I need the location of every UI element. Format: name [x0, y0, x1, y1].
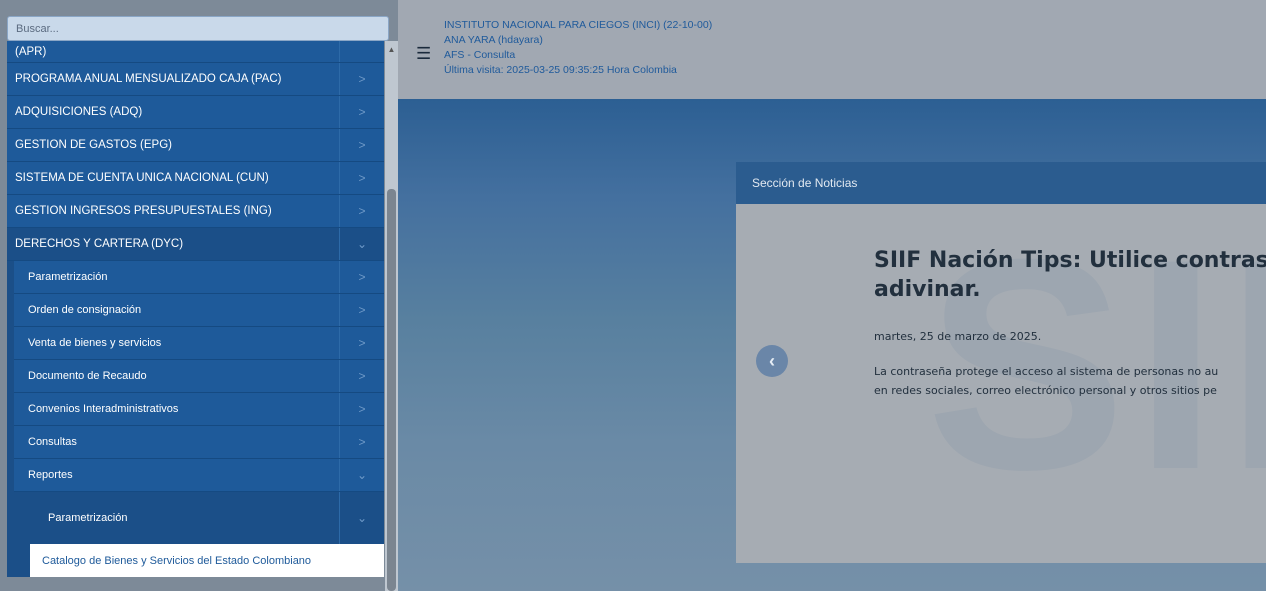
submenu-item-label: Documento de Recaudo [28, 370, 147, 382]
chevron-right-icon: > [339, 327, 384, 359]
submenu-item-documento-recaudo[interactable]: Documento de Recaudo > [14, 360, 384, 393]
menu-item-pac[interactable]: PROGRAMA ANUAL MENSUALIZADO CAJA (PAC) > [7, 63, 384, 96]
news-text-line-1: La contraseña protege el acceso al siste… [874, 365, 1219, 378]
submenu-item-venta-bienes[interactable]: Venta de bienes y servicios > [14, 327, 384, 360]
menu-item-label: SISTEMA DE CUENTA UNICA NACIONAL (CUN) [15, 172, 269, 184]
chevron-right-icon: > [339, 426, 384, 458]
menu-item-apr[interactable]: (APR) [7, 41, 384, 63]
submenu-item-parametrizacion[interactable]: Parametrización > [14, 261, 384, 294]
sidebar-scrollbar[interactable]: ▲ [385, 41, 398, 591]
menu-item-label: DERECHOS Y CARTERA (DYC) [15, 238, 184, 250]
chevron-down-icon: ⌄ [339, 492, 384, 544]
chevron-right-icon: > [339, 96, 384, 128]
chevron-down-icon: ⌄ [339, 228, 384, 260]
chevron-right-icon: > [339, 195, 384, 227]
news-text-line-2: en redes sociales, correo electrónico pe… [874, 384, 1217, 397]
search-input[interactable] [7, 16, 389, 41]
submenu-item-convenios[interactable]: Convenios Interadministrativos > [14, 393, 384, 426]
chevron-down-icon: ⌄ [339, 459, 384, 491]
submenu-item-reportes-parametrizacion[interactable]: Parametrización ⌄ [14, 492, 384, 544]
leaf-item-label: Catalogo de Bienes y Servicios del Estad… [42, 554, 312, 567]
menu-item-label: GESTION INGRESOS PRESUPUESTALES (ING) [15, 205, 272, 217]
top-header: ☰ INSTITUTO NACIONAL PARA CIEGOS (INCI) … [398, 0, 1266, 99]
submenu-item-label: Venta de bienes y servicios [28, 337, 162, 349]
hamburger-menu-icon[interactable]: ☰ [416, 45, 431, 62]
submenu-item-label: Reportes [28, 469, 73, 481]
sidebar: (APR) PROGRAMA ANUAL MENSUALIZADO CAJA (… [0, 0, 398, 591]
news-text: La contraseña protege el acceso al siste… [874, 362, 1218, 400]
news-title-line-1: SIIF Nación Tips: Utilice contraseñ [874, 248, 1266, 273]
chevron-right-icon: > [339, 162, 384, 194]
news-body: SII ‹ SIIF Nación Tips: Utilice contrase… [736, 204, 1266, 563]
menu-item-dyc[interactable]: DERECHOS Y CARTERA (DYC) ⌄ [7, 228, 384, 261]
entity-name: INSTITUTO NACIONAL PARA CIEGOS (INCI) (2… [444, 19, 713, 31]
submenu-item-label: Parametrización [48, 512, 128, 524]
submenu-item-reportes[interactable]: Reportes ⌄ [14, 459, 384, 492]
chevron-left-circle-icon[interactable]: ‹ [756, 345, 788, 377]
chevron-right-icon [339, 41, 384, 62]
scrollbar-thumb[interactable] [387, 189, 396, 591]
menu-item-label: PROGRAMA ANUAL MENSUALIZADO CAJA (PAC) [15, 73, 282, 85]
chevron-right-icon: > [339, 393, 384, 425]
chevron-right-icon: > [339, 294, 384, 326]
user-role: AFS - Consulta [444, 49, 516, 61]
scroll-up-arrow-icon[interactable]: ▲ [385, 45, 398, 55]
menu-item-cun[interactable]: SISTEMA DE CUENTA UNICA NACIONAL (CUN) > [7, 162, 384, 195]
submenu-item-label: Orden de consignación [28, 304, 142, 316]
user-name: ANA YARA (hdayara) [444, 34, 543, 46]
submenu-item-label: Consultas [28, 436, 77, 448]
last-visit: Última visita: 2025-03-25 09:35:25 Hora … [444, 64, 677, 76]
news-title-line-2: adivinar. [874, 277, 981, 302]
menu-item-label: GESTION DE GASTOS (EPG) [15, 139, 172, 151]
chevron-right-icon: > [339, 360, 384, 392]
chevron-right-icon: > [339, 261, 384, 293]
sidebar-menu: (APR) PROGRAMA ANUAL MENSUALIZADO CAJA (… [7, 41, 384, 577]
chevron-right-icon: > [339, 129, 384, 161]
menu-item-epg[interactable]: GESTION DE GASTOS (EPG) > [7, 129, 384, 162]
news-date: martes, 25 de marzo de 2025. [874, 330, 1042, 343]
submenu-item-orden-consignacion[interactable]: Orden de consignación > [14, 294, 384, 327]
menu-item-adq[interactable]: ADQUISICIONES (ADQ) > [7, 96, 384, 129]
menu-item-label: ADQUISICIONES (ADQ) [15, 106, 143, 118]
chevron-right-icon: > [339, 63, 384, 95]
session-info: INSTITUTO NACIONAL PARA CIEGOS (INCI) (2… [444, 18, 712, 78]
news-title: SIIF Nación Tips: Utilice contraseñ adiv… [874, 246, 1266, 304]
dyc-submenu: Parametrización > Orden de consignación … [7, 261, 384, 577]
submenu-item-label: Parametrización [28, 271, 108, 283]
submenu-item-consultas[interactable]: Consultas > [14, 426, 384, 459]
submenu-item-label: Convenios Interadministrativos [28, 403, 179, 415]
menu-item-label: (APR) [15, 45, 47, 58]
leaf-item-catalogo[interactable]: Catalogo de Bienes y Servicios del Estad… [30, 544, 384, 577]
news-panel: Sección de Noticias SII ‹ SIIF Nación Ti… [736, 162, 1266, 563]
menu-item-ing[interactable]: GESTION INGRESOS PRESUPUESTALES (ING) > [7, 195, 384, 228]
search-wrapper [7, 16, 389, 41]
